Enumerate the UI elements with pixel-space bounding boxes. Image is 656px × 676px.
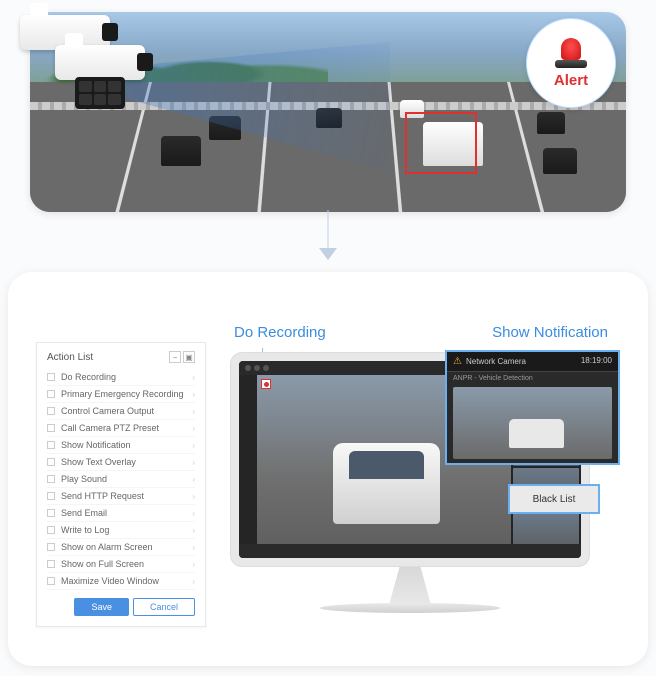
action-item[interactable]: Show on Alarm Screen› — [47, 539, 195, 556]
bullet-camera — [55, 45, 145, 80]
chevron-right-icon: › — [192, 492, 195, 501]
notification-snapshot — [453, 387, 612, 459]
action-list-panel: Action List − ▣ Do Recording› Primary Em… — [36, 342, 206, 627]
action-item-label: Do Recording — [61, 372, 192, 382]
chevron-right-icon: › — [192, 577, 195, 586]
chevron-right-icon: › — [192, 458, 195, 467]
save-button[interactable]: Save — [74, 598, 129, 616]
chevron-right-icon: › — [192, 424, 195, 433]
checkbox[interactable] — [47, 390, 55, 398]
checkbox[interactable] — [47, 441, 55, 449]
monitor-stand — [375, 567, 445, 605]
action-item[interactable]: Primary Emergency Recording› — [47, 386, 195, 403]
action-item[interactable]: Show Notification› — [47, 437, 195, 454]
warning-icon: ⚠ — [453, 356, 462, 367]
checkbox[interactable] — [47, 492, 55, 500]
app-bottombar — [239, 544, 581, 558]
chevron-right-icon: › — [192, 407, 195, 416]
detection-bounding-box — [405, 112, 477, 174]
checkbox[interactable] — [47, 526, 55, 534]
overlay-text: Black List — [533, 494, 576, 505]
action-item[interactable]: Call Camera PTZ Preset› — [47, 420, 195, 437]
anpr-cameras — [0, 5, 180, 115]
action-result-panel: Do Recording Show Notification Show Text… — [8, 272, 648, 666]
action-item-label: Call Camera PTZ Preset — [61, 423, 192, 433]
checkbox[interactable] — [47, 424, 55, 432]
chevron-right-icon: › — [192, 543, 195, 552]
checkbox[interactable] — [47, 577, 55, 585]
action-item[interactable]: Show Text Overlay› — [47, 454, 195, 471]
notification-header: ⚠ Network Camera 18:19:00 — [447, 352, 618, 372]
checkbox[interactable] — [47, 560, 55, 568]
action-item[interactable]: Write to Log› — [47, 522, 195, 539]
action-list-header: Action List − ▣ — [47, 351, 195, 363]
record-indicator-icon — [261, 379, 271, 389]
action-item-label: Show Notification — [61, 440, 192, 450]
action-list-title: Action List — [47, 352, 93, 363]
minus-icon[interactable]: − — [169, 351, 181, 363]
notification-title: Network Camera — [466, 357, 526, 366]
flow-arrow-icon — [308, 210, 348, 265]
action-item[interactable]: Control Camera Output› — [47, 403, 195, 420]
checkbox[interactable] — [47, 458, 55, 466]
chevron-right-icon: › — [192, 509, 195, 518]
panel-header-icons: − ▣ — [169, 351, 195, 363]
alert-badge: Alert — [526, 18, 616, 108]
chevron-right-icon: › — [192, 475, 195, 484]
action-item[interactable]: Play Sound› — [47, 471, 195, 488]
action-item-label: Show on Full Screen — [61, 559, 192, 569]
checkbox[interactable] — [47, 407, 55, 415]
action-item-label: Control Camera Output — [61, 406, 192, 416]
checkbox[interactable] — [47, 373, 55, 381]
vehicle-thumbnail — [509, 419, 565, 448]
action-item[interactable]: Maximize Video Window› — [47, 573, 195, 590]
action-item[interactable]: Show on Full Screen› — [47, 556, 195, 573]
notification-time: 18:19:00 — [581, 356, 612, 367]
action-item-label: Send Email — [61, 508, 192, 518]
callout-show-notification: Show Notification — [492, 324, 608, 341]
notification-popup: ⚠ Network Camera 18:19:00 ANPR - Vehicle… — [445, 350, 620, 465]
vehicle — [209, 116, 241, 140]
chevron-right-icon: › — [192, 560, 195, 569]
text-overlay-popup: Black List — [508, 484, 600, 514]
callout-do-recording: Do Recording — [234, 324, 326, 341]
siren-icon — [553, 38, 589, 68]
action-item-label: Play Sound — [61, 474, 192, 484]
chevron-right-icon: › — [192, 441, 195, 450]
vehicle — [543, 148, 577, 174]
action-item-label: Primary Emergency Recording — [61, 389, 192, 399]
action-item-label: Maximize Video Window — [61, 576, 192, 586]
vehicle — [316, 108, 342, 128]
chevron-right-icon: › — [192, 390, 195, 399]
app-sidebar — [239, 375, 257, 558]
vehicle-in-view — [333, 443, 440, 524]
action-item-label: Write to Log — [61, 525, 192, 535]
checkbox[interactable] — [47, 509, 55, 517]
action-item[interactable]: Do Recording› — [47, 369, 195, 386]
cancel-button[interactable]: Cancel — [133, 598, 195, 616]
notification-subtitle: ANPR - Vehicle Detection — [447, 372, 618, 385]
action-item-label: Show Text Overlay — [61, 457, 192, 467]
collapse-icon[interactable]: ▣ — [183, 351, 195, 363]
checkbox[interactable] — [47, 543, 55, 551]
chevron-right-icon: › — [192, 526, 195, 535]
vehicle — [161, 136, 201, 166]
checkbox[interactable] — [47, 475, 55, 483]
action-item[interactable]: Send HTTP Request› — [47, 488, 195, 505]
action-item[interactable]: Send Email› — [47, 505, 195, 522]
action-item-label: Send HTTP Request — [61, 491, 192, 501]
alert-label: Alert — [554, 72, 588, 89]
ir-illuminator — [75, 77, 125, 109]
vehicle — [537, 112, 565, 134]
chevron-right-icon: › — [192, 373, 195, 382]
action-item-label: Show on Alarm Screen — [61, 542, 192, 552]
